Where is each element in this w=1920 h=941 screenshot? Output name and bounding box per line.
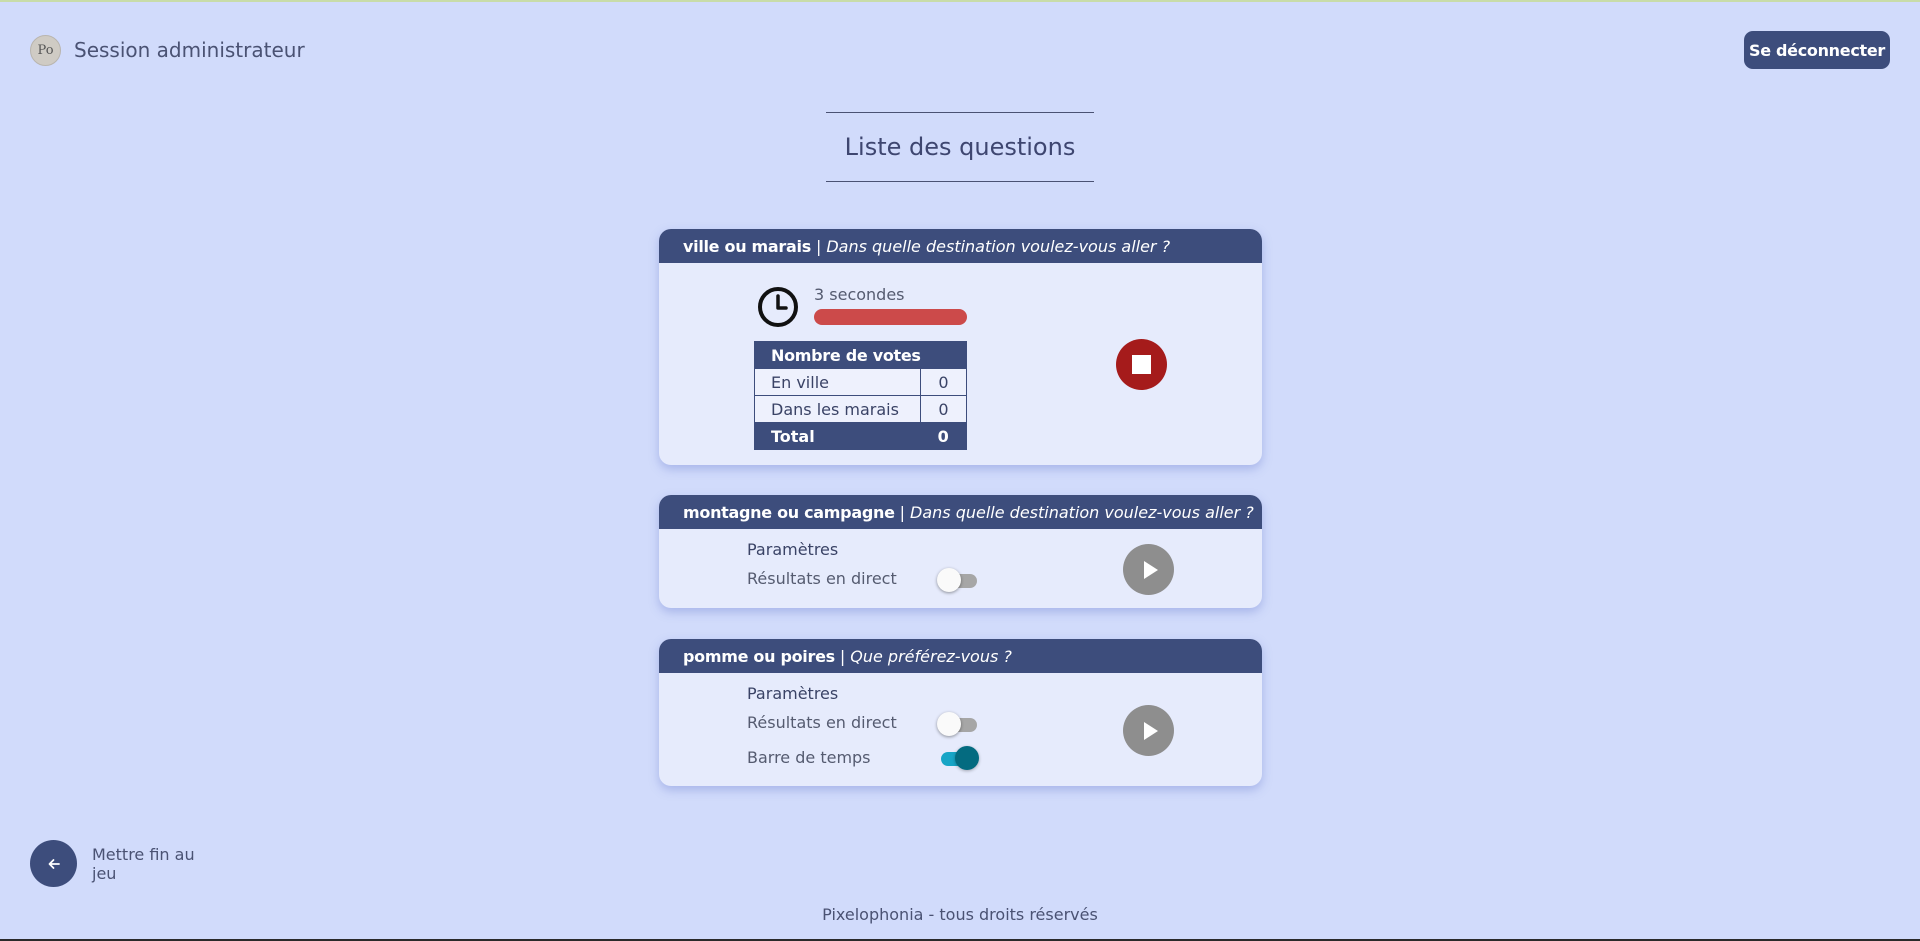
toggle-knob (937, 712, 961, 736)
toggle-knob (937, 568, 961, 592)
play-icon (1143, 721, 1158, 740)
votes-table-header-row: Nombre de votes (754, 341, 967, 369)
clock-icon (757, 286, 799, 332)
table-row: En ville 0 (754, 368, 967, 396)
play-button[interactable] (1123, 705, 1174, 756)
table-row: Dans les marais 0 (754, 395, 967, 423)
logout-button[interactable]: Se déconnecter (1744, 31, 1890, 69)
question-card-header: pomme ou poires | Que préférez-vous ? (659, 639, 1262, 673)
params-label: Paramètres (747, 684, 839, 703)
question-name: montagne ou campagne (683, 502, 895, 522)
logo: Po (30, 35, 61, 66)
question-name: ville ou marais (683, 236, 811, 256)
votes-total-label: Total (754, 422, 921, 450)
play-button[interactable] (1123, 544, 1174, 595)
vote-option-label: En ville (754, 368, 921, 396)
stop-icon (1132, 355, 1151, 374)
votes-total-value: 0 (920, 422, 967, 450)
question-card-header: montagne ou campagne | Dans quelle desti… (659, 495, 1262, 529)
end-game-button[interactable] (30, 840, 77, 887)
arrow-left-icon (48, 858, 60, 869)
header-separator: | (899, 502, 906, 522)
question-card: pomme ou poires | Que préférez-vous ? Pa… (659, 639, 1262, 786)
question-card-header: ville ou marais | Dans quelle destinatio… (659, 229, 1262, 263)
timer-progress-bar (814, 309, 967, 325)
live-results-label: Résultats en direct (747, 713, 897, 732)
time-bar-toggle[interactable] (937, 745, 979, 771)
vote-option-count: 0 (920, 395, 967, 423)
params-label: Paramètres (747, 540, 839, 559)
footer-copyright: Pixelophonia - tous droits réservés (822, 905, 1098, 924)
play-icon (1143, 560, 1158, 579)
question-text: Que préférez-vous ? (850, 646, 1012, 666)
header-separator: | (839, 646, 846, 666)
question-name: pomme ou poires (683, 646, 835, 666)
question-text: Dans quelle destination voulez-vous alle… (826, 236, 1171, 256)
toggle-knob (955, 746, 979, 770)
question-text: Dans quelle destination voulez-vous alle… (910, 502, 1254, 522)
stop-button[interactable] (1116, 339, 1167, 390)
page-title-container: Liste des questions (826, 112, 1094, 182)
votes-table: Nombre de votes En ville 0 Dans les mara… (754, 341, 967, 450)
header-title: Session administrateur (74, 38, 305, 62)
header-separator: | (815, 236, 822, 256)
question-card-active: ville ou marais | Dans quelle destinatio… (659, 229, 1262, 465)
vote-option-label: Dans les marais (754, 395, 921, 423)
question-card: montagne ou campagne | Dans quelle desti… (659, 495, 1262, 608)
live-results-toggle[interactable] (937, 711, 979, 737)
votes-total-row: Total 0 (754, 422, 967, 450)
page-title: Liste des questions (844, 133, 1076, 161)
live-results-toggle[interactable] (937, 567, 979, 593)
timer-label: 3 secondes (814, 285, 905, 304)
end-game-label[interactable]: Mettre fin au jeu (92, 845, 212, 883)
vote-option-count: 0 (920, 368, 967, 396)
votes-table-header: Nombre de votes (754, 341, 967, 369)
live-results-label: Résultats en direct (747, 569, 897, 588)
timer-progress-fill (814, 309, 967, 325)
time-bar-label: Barre de temps (747, 748, 871, 767)
